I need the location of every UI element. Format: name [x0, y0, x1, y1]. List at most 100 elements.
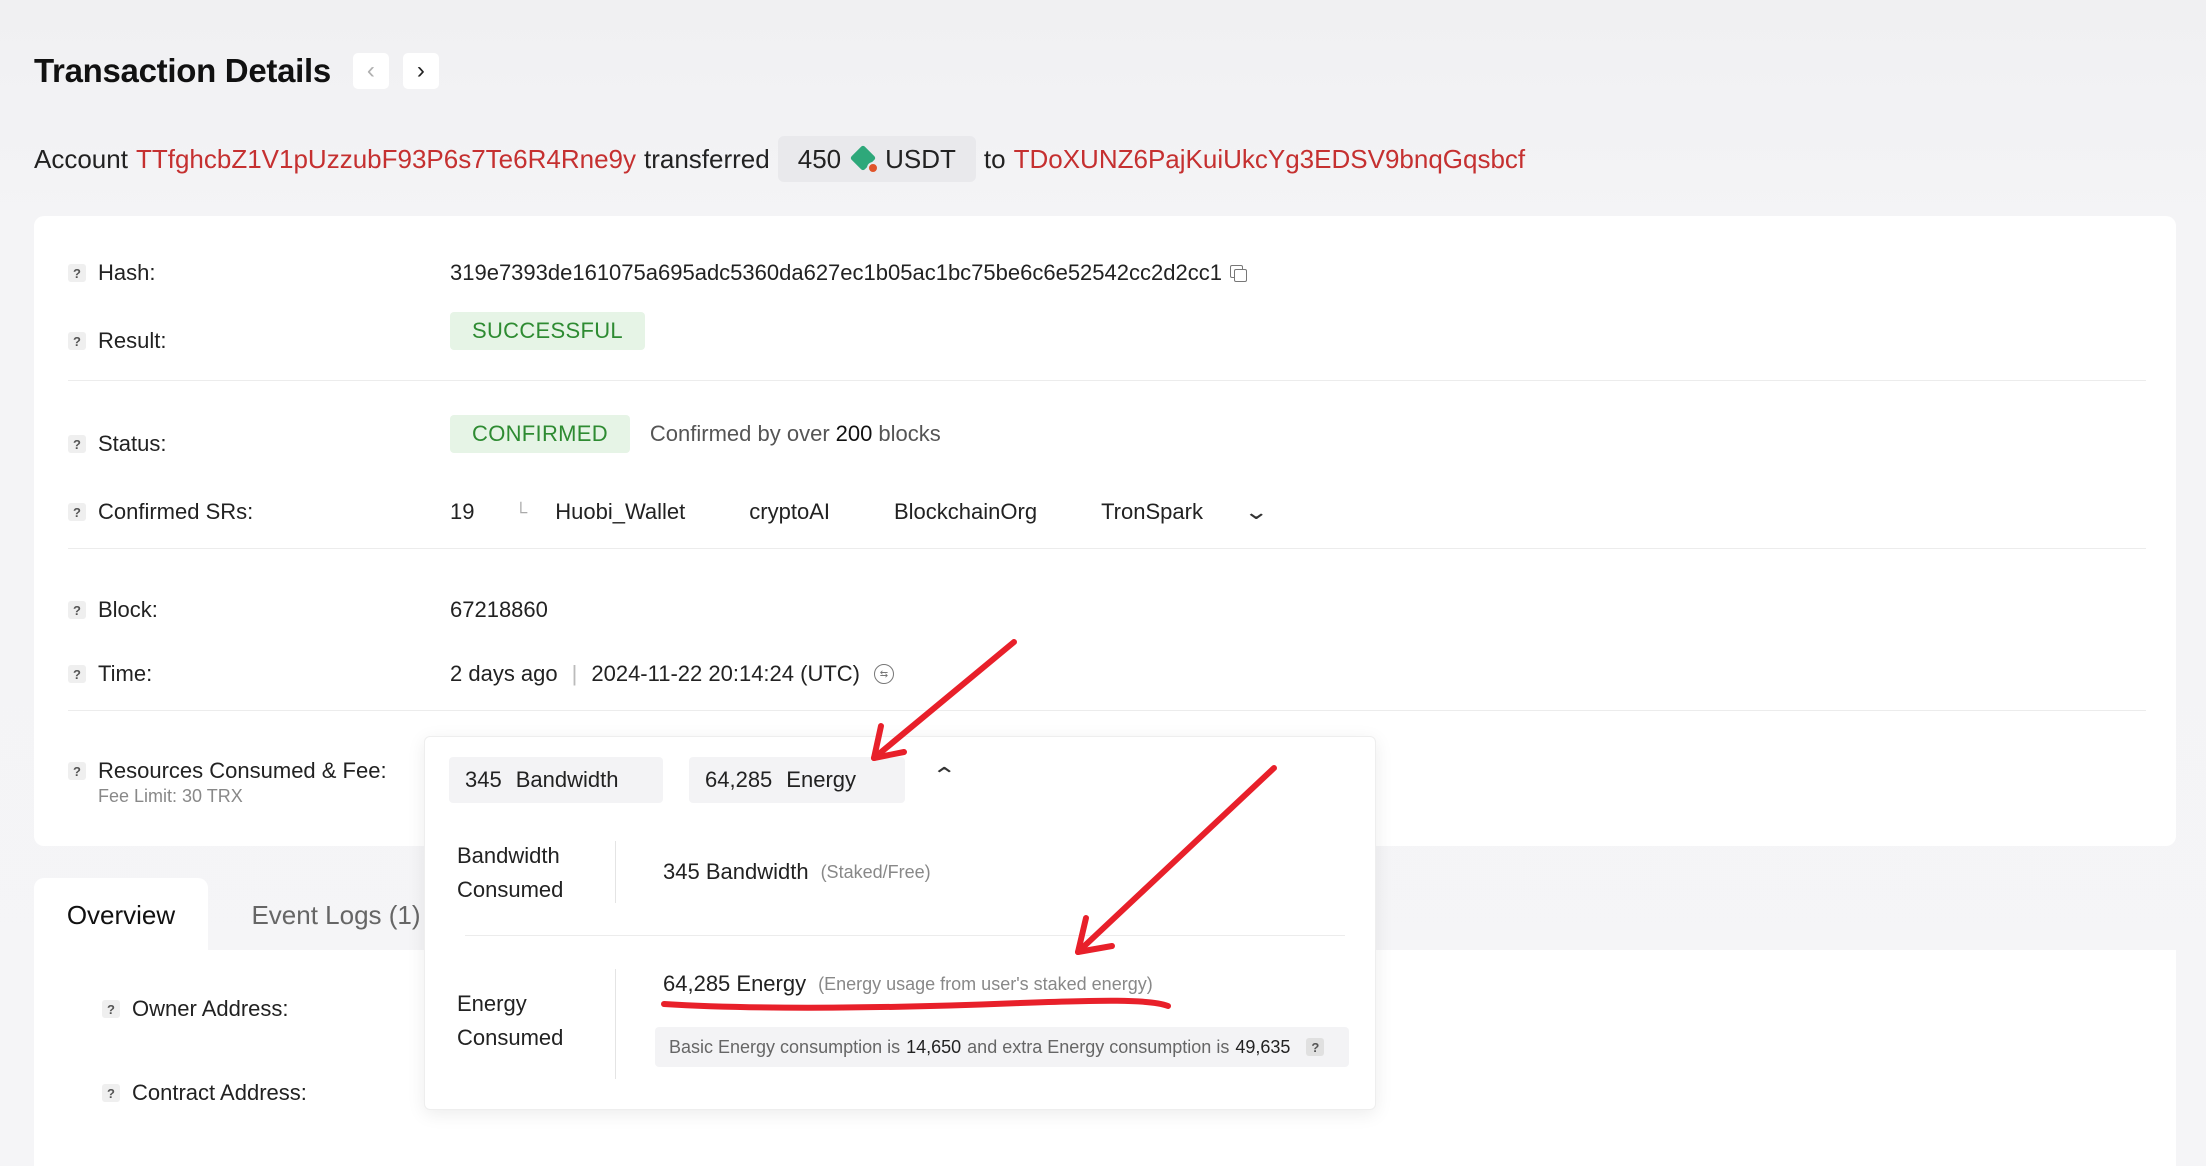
- hash-value: 319e7393de161075a695adc5360da627ec1b05ac…: [450, 260, 1222, 285]
- sr-link[interactable]: BlockchainOrg: [894, 499, 1037, 525]
- help-icon[interactable]: ?: [68, 762, 86, 780]
- divider: [68, 380, 2146, 381]
- status-label: Status:: [98, 431, 167, 456]
- basic-energy-value: 14,650: [906, 1036, 962, 1057]
- timezone-toggle-icon[interactable]: ⇆: [874, 664, 894, 684]
- energy-word: Energy: [786, 767, 857, 792]
- help-icon[interactable]: ?: [68, 601, 86, 619]
- energy-consumed-label-line1: Energy: [457, 991, 527, 1016]
- hash-value-wrap: 319e7393de161075a695adc5360da627ec1b05ac…: [450, 260, 1247, 286]
- summary-prefix: Account: [34, 143, 128, 174]
- result-badge: SUCCESSFUL: [450, 312, 645, 350]
- hash-label: Hash:: [98, 260, 156, 285]
- status-badge: CONFIRMED: [450, 415, 630, 453]
- tab-event-logs[interactable]: Event Logs (1): [236, 878, 436, 952]
- bandwidth-amount: 345: [465, 767, 502, 792]
- energy-consumed-value: 64,285 Energy (Energy usage from user's …: [663, 971, 1153, 997]
- help-icon[interactable]: ?: [68, 435, 86, 453]
- energy-breakdown-pre: Basic Energy consumption is: [669, 1036, 901, 1057]
- energy-breakdown-mid: and extra Energy consumption is: [967, 1036, 1230, 1057]
- owner-address-label: Owner Address:: [132, 996, 289, 1021]
- from-address-link[interactable]: TTfghcbZ1V1pUzzubF93P6s7Te6R4Rne9y: [136, 144, 636, 175]
- chevron-up-icon[interactable]: ⌃: [931, 763, 957, 789]
- bandwidth-consumed-value: 345 Bandwidth (Staked/Free): [663, 859, 931, 885]
- copy-icon[interactable]: [1229, 265, 1247, 282]
- token-symbol: USDT: [885, 143, 956, 174]
- hash-row: ? Hash:: [68, 260, 155, 286]
- energy-amount: 64,285: [705, 767, 773, 792]
- block-value-wrap: 67218860: [450, 597, 548, 623]
- owner-address-row: ? Owner Address:: [102, 996, 289, 1022]
- page-title: Transaction Details: [34, 52, 331, 89]
- divider: [68, 548, 2146, 549]
- confirmed-srs-list: 19 └ Huobi_Wallet cryptoAI BlockchainOrg…: [450, 499, 1269, 525]
- help-icon[interactable]: ?: [68, 332, 86, 350]
- time-value-wrap: 2 days ago | 2024-11-22 20:14:24 (UTC) ⇆: [450, 661, 894, 687]
- help-icon[interactable]: ?: [102, 1000, 120, 1018]
- contract-address-row: ? Contract Address:: [102, 1080, 307, 1106]
- chevron-left-icon: ‹: [366, 57, 375, 84]
- time-row: ? Time:: [68, 661, 152, 687]
- vertical-divider: [615, 969, 616, 1079]
- summary-verb: transferred: [644, 143, 770, 174]
- time-utc: 2024-11-22 20:14:24 (UTC): [591, 661, 860, 686]
- sr-link[interactable]: TronSpark: [1101, 499, 1203, 525]
- help-icon[interactable]: ?: [68, 264, 86, 282]
- status-row: ? Status:: [68, 431, 166, 457]
- tree-branch-icon: └: [514, 501, 528, 522]
- status-value-wrap: CONFIRMED Confirmed by over 200 blocks: [450, 415, 941, 453]
- fee-limit: Fee Limit: 30 TRX: [98, 786, 243, 806]
- transfer-summary: Account TTfghcbZ1V1pUzzubF93P6s7Te6R4Rne…: [34, 136, 1525, 182]
- token-amount-pill[interactable]: 450 USDT: [777, 136, 976, 182]
- resources-row: ? Resources Consumed & Fee:: [68, 758, 387, 784]
- chevron-down-icon[interactable]: ⌄: [1243, 499, 1269, 525]
- energy-chip: 64,285 Energy: [689, 757, 905, 803]
- usdt-token-icon: [849, 144, 880, 174]
- page-header: Transaction Details ‹ ›: [34, 52, 439, 90]
- energy-consumed-label: Energy Consumed: [457, 987, 597, 1055]
- tab-overview[interactable]: Overview: [34, 878, 208, 952]
- status-note-blocks: 200: [835, 421, 873, 446]
- help-icon[interactable]: ?: [68, 503, 86, 521]
- time-label: Time:: [98, 661, 153, 686]
- bandwidth-consumed-label: Bandwidth Consumed: [457, 839, 597, 907]
- time-ago: 2 days ago: [450, 661, 558, 686]
- bandwidth-word: Bandwidth: [515, 767, 619, 792]
- confirmed-srs-row: ? Confirmed SRs:: [68, 499, 253, 525]
- energy-consumed-amount: 64,285 Energy: [663, 971, 807, 996]
- bandwidth-chip: 345 Bandwidth: [449, 757, 663, 803]
- result-row: ? Result:: [68, 328, 166, 354]
- to-address-link[interactable]: TDoXUNZ6PajKuiUkcYg3EDSV9bnqGqsbcf: [1014, 144, 1526, 175]
- sr-link[interactable]: Huobi_Wallet: [555, 499, 685, 525]
- block-number-link[interactable]: 67218860: [450, 597, 548, 623]
- sr-link[interactable]: cryptoAI: [749, 499, 830, 525]
- block-label: Block:: [98, 597, 158, 622]
- next-transaction-button[interactable]: ›: [402, 53, 439, 89]
- extra-energy-value: 49,635: [1235, 1036, 1291, 1057]
- resources-label: Resources Consumed & Fee:: [98, 758, 387, 783]
- confirmed-srs-label: Confirmed SRs:: [98, 499, 254, 524]
- contract-address-label: Contract Address:: [132, 1080, 307, 1105]
- energy-breakdown-box: Basic Energy consumption is 14,650 and e…: [655, 1027, 1349, 1067]
- help-icon[interactable]: ?: [1306, 1038, 1325, 1056]
- block-row: ? Block:: [68, 597, 158, 623]
- bandwidth-consumed-amount: 345 Bandwidth: [663, 859, 809, 884]
- srs-count: 19: [450, 499, 475, 524]
- status-note-pre: Confirmed by over: [649, 421, 830, 446]
- status-note-post: blocks: [878, 421, 941, 446]
- divider: [465, 935, 1345, 936]
- resources-popover: 345 Bandwidth 64,285 Energy ⌃ Bandwidth …: [424, 736, 1376, 1110]
- chevron-right-icon: ›: [416, 57, 425, 84]
- result-value-wrap: SUCCESSFUL: [450, 312, 645, 350]
- energy-consumed-label-line2: Consumed: [457, 1025, 564, 1050]
- time-separator: |: [571, 661, 578, 686]
- help-icon[interactable]: ?: [68, 665, 86, 683]
- help-icon[interactable]: ?: [102, 1084, 120, 1102]
- previous-transaction-button[interactable]: ‹: [352, 53, 389, 89]
- vertical-divider: [615, 841, 616, 903]
- bandwidth-consumed-label-line1: Bandwidth: [457, 843, 560, 868]
- bandwidth-consumed-source: (Staked/Free): [820, 861, 931, 882]
- result-label: Result:: [98, 328, 167, 353]
- summary-to-word: to: [983, 143, 1006, 174]
- token-amount: 450: [797, 143, 842, 174]
